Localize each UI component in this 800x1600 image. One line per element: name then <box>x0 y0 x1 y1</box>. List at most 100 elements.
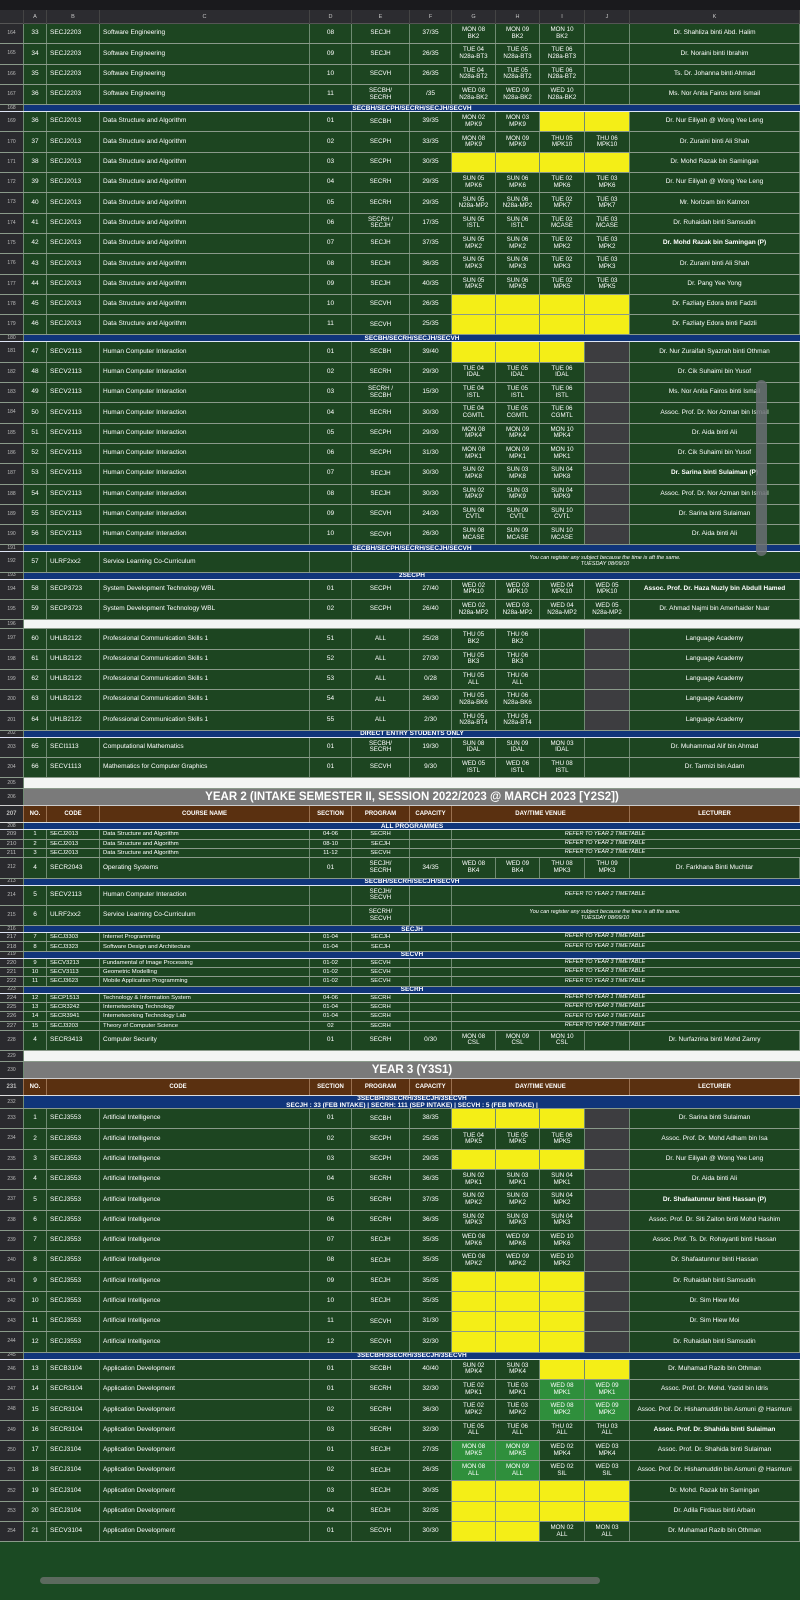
course-no[interactable]: 65 <box>24 737 47 758</box>
course-code[interactable]: SECJ2203 <box>47 84 100 105</box>
course-code[interactable]: SECJ2203 <box>47 24 100 44</box>
row-number[interactable]: 176 <box>0 254 24 274</box>
row-number[interactable]: 224 <box>0 993 24 1002</box>
section[interactable]: 07 <box>310 464 352 484</box>
course-name[interactable]: Data Structure and Algorithm <box>100 213 310 233</box>
time-slot[interactable] <box>540 690 585 710</box>
program[interactable]: SECJH <box>352 484 410 504</box>
lecturer-name[interactable]: Dr. Nurfazrina binti Mohd Zamry <box>630 1030 800 1051</box>
time-slot[interactable]: WED 02 SIL <box>540 1461 585 1481</box>
time-slot[interactable]: WED 09 MPK2 <box>496 1251 540 1271</box>
time-slot[interactable] <box>496 1312 540 1332</box>
header-program[interactable]: PROGRAM <box>352 1079 410 1096</box>
time-slot[interactable]: SUN 02 MPK2 <box>452 1190 496 1210</box>
course-name[interactable]: Professional Communication Skills 1 <box>100 669 310 690</box>
lecturer-name[interactable]: Ts. Dr. Johanna binti Ahmad <box>630 64 800 84</box>
row-number[interactable]: 226 <box>0 1012 24 1021</box>
time-slot[interactable]: SUN 05 N28a-MP2 <box>452 193 496 213</box>
lecturer-name[interactable]: Dr. Sim Hiew Moi <box>630 1312 800 1332</box>
section[interactable]: 11-12 <box>310 848 352 858</box>
program[interactable]: SECRH <box>352 362 410 383</box>
section[interactable]: 01 <box>310 1522 352 1542</box>
course-code[interactable]: SECJ3104 <box>47 1501 100 1522</box>
row-number[interactable]: 170 <box>0 132 24 152</box>
program[interactable]: SECJH <box>352 1481 410 1501</box>
program[interactable]: SECBH/SECRH <box>352 84 410 105</box>
program[interactable]: SECBH <box>352 342 410 362</box>
course-name[interactable]: Internetworking Technology <box>100 1002 310 1012</box>
program[interactable]: SECRH <box>352 403 410 423</box>
program[interactable]: SECPH <box>352 132 410 152</box>
row-number[interactable]: 248 <box>0 1400 24 1420</box>
capacity[interactable]: 0/28 <box>410 669 452 690</box>
course-code[interactable]: SECV3213 <box>47 958 100 968</box>
row-number[interactable]: 198 <box>0 649 24 669</box>
course-no[interactable]: 12 <box>24 1332 47 1352</box>
row-number[interactable]: 244 <box>0 1332 24 1352</box>
course-no[interactable]: 7 <box>24 933 47 942</box>
section[interactable]: 05 <box>310 423 352 443</box>
time-slot[interactable]: TUE 04 IDAL <box>452 362 496 383</box>
section[interactable]: 01 <box>310 579 352 600</box>
time-slot[interactable] <box>585 1271 630 1291</box>
row-number[interactable]: 173 <box>0 193 24 213</box>
time-slot[interactable] <box>585 1030 630 1051</box>
time-slot[interactable] <box>496 1109 540 1129</box>
course-code[interactable]: SECV2113 <box>47 484 100 504</box>
time-slot[interactable]: MON 08 MPK4 <box>452 423 496 443</box>
time-slot[interactable]: MON 08 MPK9 <box>452 132 496 152</box>
time-slot[interactable]: TUE 03 MPK2 <box>585 233 630 254</box>
program[interactable]: SECRH <box>352 1012 410 1021</box>
section[interactable]: 06 <box>310 1210 352 1230</box>
program[interactable]: SECVH <box>352 64 410 84</box>
row-number[interactable]: 195 <box>0 600 24 620</box>
section[interactable]: 09 <box>310 274 352 294</box>
time-slot[interactable] <box>585 1359 630 1379</box>
course-code[interactable]: SECR3104 <box>47 1400 100 1420</box>
course-no[interactable]: 3 <box>24 848 47 858</box>
capacity[interactable]: 30/30 <box>410 484 452 504</box>
time-slot[interactable]: SUN 08 MCASE <box>452 525 496 545</box>
course-code[interactable]: SECV2113 <box>47 885 100 905</box>
capacity[interactable]: 35/35 <box>410 1291 452 1312</box>
lecturer-name[interactable]: Dr. Aida binti Ali <box>630 1170 800 1190</box>
lecturer-name[interactable]: Dr. Muhamad Razib bin Othman <box>630 1359 800 1379</box>
program[interactable]: SECJH <box>352 933 410 942</box>
row-number[interactable]: 253 <box>0 1501 24 1522</box>
course-no[interactable]: 40 <box>24 193 47 213</box>
course-name[interactable]: Computer Security <box>100 1030 310 1051</box>
course-no[interactable]: 57 <box>24 552 47 572</box>
capacity[interactable]: 39/40 <box>410 342 452 362</box>
capacity[interactable]: 27/35 <box>410 1440 452 1461</box>
course-no[interactable]: 42 <box>24 233 47 254</box>
time-slot[interactable] <box>585 525 630 545</box>
section[interactable]: 02 <box>310 132 352 152</box>
course-no[interactable]: 16 <box>24 1420 47 1440</box>
section[interactable]: 07 <box>310 1230 352 1251</box>
time-slot[interactable]: TUE 05 CGMTL <box>496 403 540 423</box>
course-no[interactable]: 34 <box>24 44 47 64</box>
time-slot[interactable] <box>496 342 540 362</box>
course-code[interactable]: SECJ3104 <box>47 1481 100 1501</box>
time-slot[interactable]: WED 09 MPK1 <box>585 1380 630 1400</box>
course-name[interactable]: Human Computer Interaction <box>100 525 310 545</box>
row-number[interactable]: 203 <box>0 737 24 758</box>
program[interactable]: SECVH <box>352 1332 410 1352</box>
section[interactable]: 01 <box>310 737 352 758</box>
lecturer-name[interactable]: Dr. Sim Hiew Moi <box>630 1291 800 1312</box>
time-slot[interactable] <box>585 112 630 132</box>
course-no[interactable]: 63 <box>24 690 47 710</box>
time-slot[interactable]: SUN 09 MCASE <box>496 525 540 545</box>
section[interactable] <box>310 905 352 926</box>
time-slot[interactable]: SUN 03 MPK4 <box>496 1359 540 1379</box>
time-slot[interactable]: THU 08 ISTL <box>540 758 585 778</box>
time-slot[interactable]: MON 10 BK2 <box>540 24 585 44</box>
lecturer-name[interactable]: Dr. Nur Zuraifah Syazrah binti Othman <box>630 342 800 362</box>
row-number[interactable]: 234 <box>0 1129 24 1149</box>
time-slot[interactable]: WED 10 MPK6 <box>540 1230 585 1251</box>
course-name[interactable]: Operating Systems <box>100 858 310 878</box>
capacity[interactable]: 32/30 <box>410 1332 452 1352</box>
lecturer-name[interactable]: Dr. Mohd Razak bin Samingan (P) <box>630 233 800 254</box>
time-slot[interactable]: TUE 06 N28a-BT2 <box>540 64 585 84</box>
time-slot[interactable]: SUN 10 MCASE <box>540 525 585 545</box>
